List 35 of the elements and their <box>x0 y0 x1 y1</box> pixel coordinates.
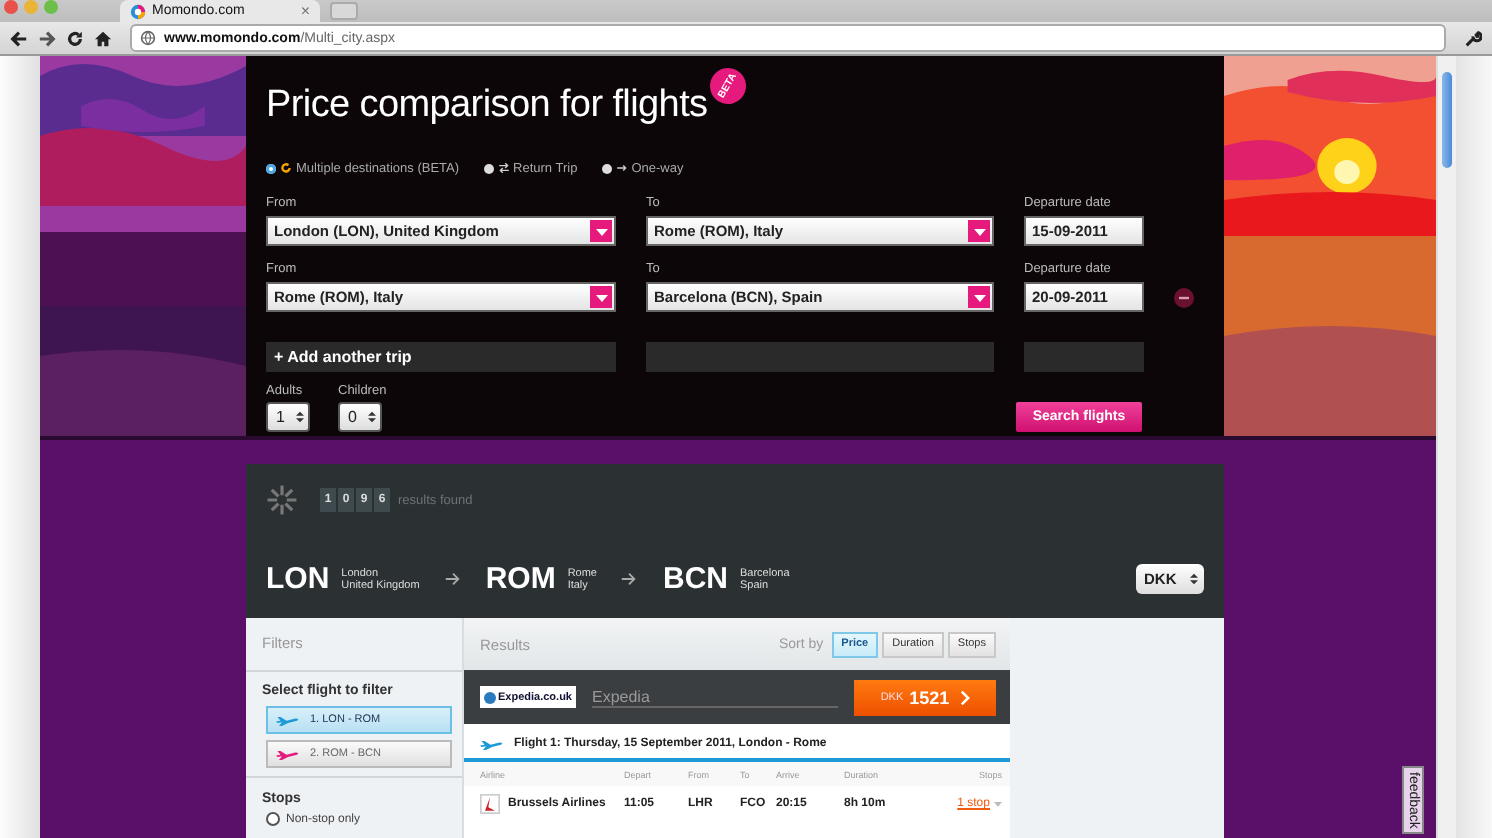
swap-arrows-icon <box>497 162 510 174</box>
caret-icon <box>595 225 607 237</box>
back-icon[interactable] <box>10 29 28 47</box>
right-arrow-icon <box>443 570 462 588</box>
radio-button[interactable] <box>266 163 276 173</box>
spinner-icon <box>266 484 298 516</box>
adults-stepper[interactable]: 1 <box>266 402 310 432</box>
up-down-arrows-icon[interactable] <box>368 410 376 424</box>
page-title: Price comparison for flights <box>266 82 708 130</box>
provider-name[interactable]: Expedia <box>592 687 838 707</box>
children-stepper[interactable]: 0 <box>338 402 382 432</box>
caret-icon <box>973 291 985 303</box>
right-arrow-icon <box>615 162 628 174</box>
airport-code: ROM <box>485 562 556 596</box>
right-arrow-icon <box>620 570 639 588</box>
airport-code: BCN <box>662 562 728 596</box>
scrollbar[interactable] <box>1436 56 1456 838</box>
up-down-arrows-icon[interactable] <box>1190 572 1198 586</box>
plane-icon <box>480 738 504 750</box>
radio-button[interactable] <box>601 163 612 173</box>
empty-field <box>1024 342 1144 372</box>
add-trip-button[interactable]: + Add another trip <box>266 342 616 372</box>
airport-code: LON <box>266 562 330 596</box>
radio-button[interactable] <box>483 163 494 173</box>
airline-logo-icon <box>480 794 500 814</box>
wrench-icon[interactable] <box>1464 29 1482 47</box>
forward-icon[interactable] <box>38 29 56 47</box>
caret-icon <box>595 291 607 303</box>
chevron-right-icon <box>959 689 970 705</box>
reload-icon[interactable] <box>66 29 84 47</box>
remove-icon[interactable] <box>1174 288 1194 308</box>
home-icon[interactable] <box>94 29 112 47</box>
close-tab-button[interactable]: × <box>300 3 310 19</box>
up-down-arrows-icon[interactable] <box>296 410 304 424</box>
caret-icon <box>973 225 985 237</box>
